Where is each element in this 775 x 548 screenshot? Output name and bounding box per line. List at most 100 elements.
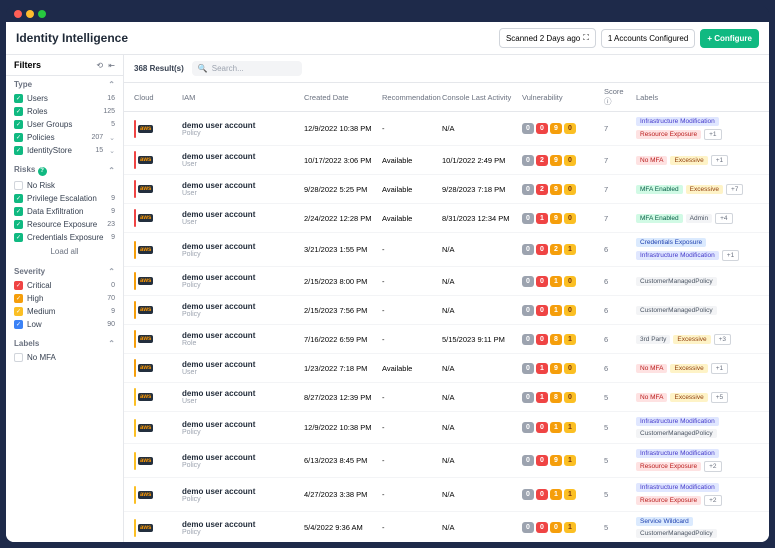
- filter-item[interactable]: ✓Low90: [14, 318, 115, 331]
- vuln-pill: 0: [522, 123, 534, 134]
- table-row[interactable]: aws demo user accountUser 9/28/2022 5:25…: [124, 175, 769, 204]
- activity-cell: N/A: [442, 245, 518, 254]
- vuln-cell: 0011: [522, 489, 600, 500]
- vuln-pill: 0: [522, 244, 534, 255]
- checkbox[interactable]: [14, 181, 23, 190]
- vuln-cell: 0001: [522, 522, 600, 533]
- checkbox[interactable]: ✓: [14, 107, 23, 116]
- table-row[interactable]: aws demo user accountPolicy 5/4/2022 9:3…: [124, 512, 769, 542]
- filter-item[interactable]: ✓Resource Exposure23: [14, 218, 115, 231]
- labels-cell: Infrastructure ModificationCustomerManag…: [636, 417, 759, 438]
- collapse-icon[interactable]: ⇤: [108, 61, 115, 70]
- vuln-pill: 8: [550, 392, 562, 403]
- accounts-button[interactable]: 1 Accounts Configured: [601, 29, 696, 48]
- table-row[interactable]: aws demo user accountPolicy 12/9/2022 10…: [124, 412, 769, 444]
- aws-icon: aws: [138, 156, 153, 164]
- checkbox[interactable]: ✓: [14, 94, 23, 103]
- table-row[interactable]: aws demo user accountPolicy 12/9/2022 10…: [124, 112, 769, 146]
- filter-item[interactable]: No Risk: [14, 179, 115, 192]
- checkbox[interactable]: ✓: [14, 146, 23, 155]
- filter-section-header[interactable]: Severity⌃: [14, 267, 115, 276]
- table-row[interactable]: aws demo user accountPolicy 4/27/2023 3:…: [124, 478, 769, 512]
- filter-item[interactable]: ✓User Groups5: [14, 118, 115, 131]
- expand-icon: ⛶: [583, 33, 589, 43]
- checkbox[interactable]: ✓: [14, 294, 23, 303]
- table-row[interactable]: aws demo user accountUser 2/24/2022 12:2…: [124, 204, 769, 233]
- checkbox[interactable]: ✓: [14, 320, 23, 329]
- rec-cell: Available: [382, 214, 438, 223]
- filter-item[interactable]: ✓Roles125: [14, 105, 115, 118]
- window-close[interactable]: [14, 10, 22, 18]
- window-minimize[interactable]: [26, 10, 34, 18]
- search-input[interactable]: 🔍 Search...: [192, 61, 302, 76]
- scanned-status[interactable]: Scanned 2 Days ago⛶: [499, 28, 596, 48]
- label-tag: +5: [711, 392, 728, 403]
- table-row[interactable]: aws demo user accountUser 8/27/2023 12:3…: [124, 383, 769, 412]
- score-cell: 6: [604, 277, 632, 286]
- checkbox[interactable]: ✓: [14, 233, 23, 242]
- filter-item[interactable]: ✓Credentials Exposure9: [14, 231, 115, 244]
- label-tag: Resource Exposure: [636, 462, 701, 471]
- iam-cell: demo user accountUser: [182, 181, 300, 197]
- filter-item[interactable]: ✓Critical0: [14, 279, 115, 292]
- window-maximize[interactable]: [38, 10, 46, 18]
- filter-item[interactable]: ✓Data Exfiltration9: [14, 205, 115, 218]
- table-row[interactable]: aws demo user accountPolicy 2/15/2023 7:…: [124, 296, 769, 325]
- load-all[interactable]: Load all: [14, 244, 115, 259]
- label-tag: Credentials Exposure: [636, 238, 706, 247]
- vuln-pill: 1: [564, 455, 576, 466]
- vuln-pill: 1: [536, 363, 548, 374]
- score-cell: 5: [604, 423, 632, 432]
- iam-cell: demo user accountPolicy: [182, 520, 300, 536]
- checkbox[interactable]: ✓: [14, 133, 23, 142]
- checkbox[interactable]: ✓: [14, 281, 23, 290]
- label-tag: +1: [711, 363, 728, 374]
- created-cell: 6/13/2023 8:45 PM: [304, 456, 378, 465]
- filter-section-header[interactable]: Type⌃: [14, 80, 115, 89]
- checkbox[interactable]: ✓: [14, 194, 23, 203]
- iam-cell: demo user accountUser: [182, 152, 300, 168]
- vuln-pill: 0: [564, 276, 576, 287]
- table-row[interactable]: aws demo user accountUser 1/23/2022 7:18…: [124, 354, 769, 383]
- table-row[interactable]: aws demo user accountUser 10/17/2022 3:0…: [124, 146, 769, 175]
- label-tag: CustomerManagedPolicy: [636, 306, 717, 315]
- vuln-pill: 1: [564, 334, 576, 345]
- created-cell: 2/15/2023 7:56 PM: [304, 306, 378, 315]
- created-cell: 2/24/2022 12:28 PM: [304, 214, 378, 223]
- table-row[interactable]: aws demo user accountRole 7/16/2022 6:59…: [124, 325, 769, 354]
- filter-section-header[interactable]: Labels⌃: [14, 339, 115, 348]
- vuln-cell: 0190: [522, 363, 600, 374]
- table-row[interactable]: aws demo user accountPolicy 2/15/2023 8:…: [124, 267, 769, 296]
- checkbox[interactable]: ✓: [14, 207, 23, 216]
- vuln-pill: 0: [564, 155, 576, 166]
- vuln-pill: 0: [564, 363, 576, 374]
- label-tag: No MFA: [636, 156, 667, 165]
- vuln-pill: 0: [536, 244, 548, 255]
- filter-section-header[interactable]: Risks ?⌃: [14, 165, 115, 176]
- checkbox[interactable]: ✓: [14, 120, 23, 129]
- vuln-cell: 0010: [522, 276, 600, 287]
- filters-title: Filters: [14, 60, 41, 70]
- vuln-pill: 2: [536, 155, 548, 166]
- filter-item[interactable]: No MFA: [14, 351, 115, 364]
- checkbox[interactable]: ✓: [14, 307, 23, 316]
- aws-icon: aws: [138, 364, 153, 372]
- filter-item[interactable]: ✓High70: [14, 292, 115, 305]
- activity-cell: N/A: [442, 456, 518, 465]
- filter-item[interactable]: ✓Users16: [14, 92, 115, 105]
- configure-button[interactable]: + Configure: [700, 29, 759, 48]
- cloud-cell: aws: [134, 452, 178, 470]
- reset-icon[interactable]: ⟲: [96, 61, 103, 70]
- filter-item[interactable]: ✓Policies207⌄: [14, 131, 115, 144]
- table-row[interactable]: aws demo user accountPolicy 6/13/2023 8:…: [124, 444, 769, 478]
- filter-item[interactable]: ✓Privilege Escalation9: [14, 192, 115, 205]
- label-tag: Infrastructure Modification: [636, 449, 719, 458]
- table-row[interactable]: aws demo user accountPolicy 3/21/2023 1:…: [124, 233, 769, 267]
- filter-item[interactable]: ✓IdentityStore15⌄: [14, 144, 115, 157]
- vuln-pill: 0: [522, 334, 534, 345]
- filter-item[interactable]: ✓Medium9: [14, 305, 115, 318]
- aws-icon: aws: [138, 246, 153, 254]
- checkbox[interactable]: [14, 353, 23, 362]
- created-cell: 12/9/2022 10:38 PM: [304, 423, 378, 432]
- checkbox[interactable]: ✓: [14, 220, 23, 229]
